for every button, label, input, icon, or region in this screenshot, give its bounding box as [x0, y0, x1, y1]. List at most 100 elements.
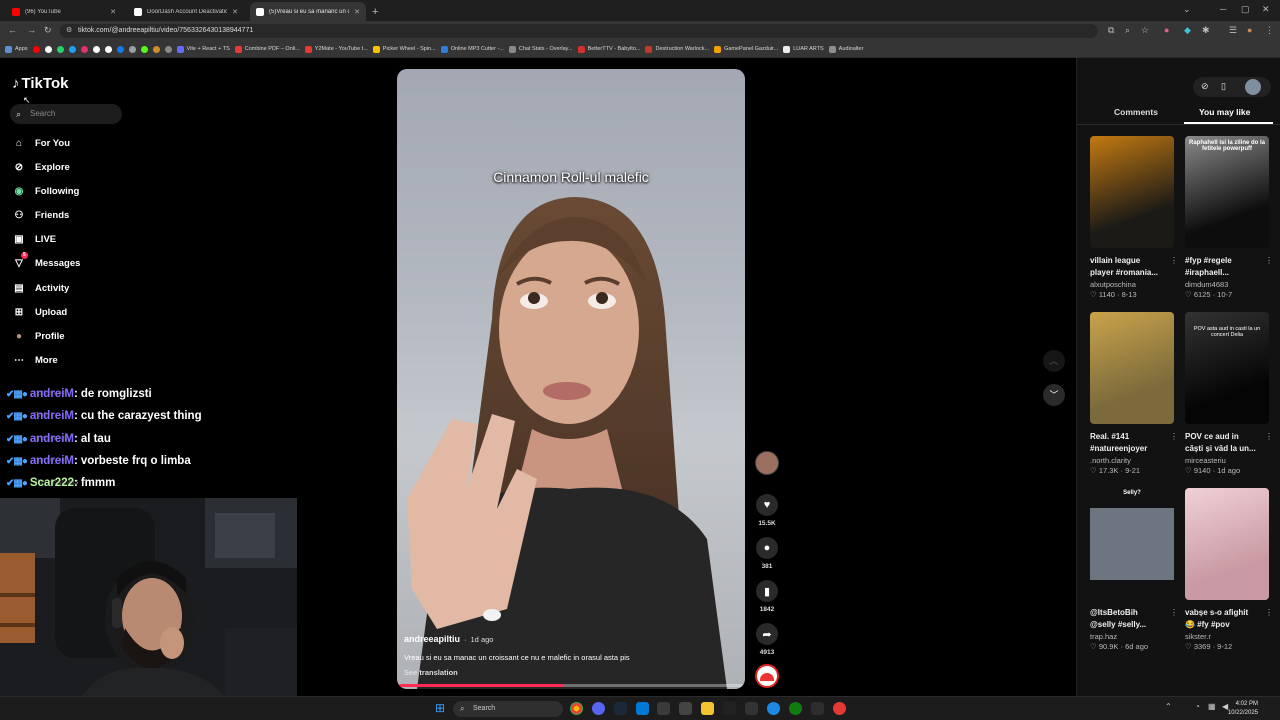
profile-avatar[interactable]: ● [1247, 25, 1252, 35]
bookmark-favicon-icon[interactable] [164, 45, 172, 53]
bookmark-item[interactable]: LUAR ARTS [783, 45, 824, 53]
tab-close-icon[interactable]: ✕ [354, 8, 360, 16]
tab-close-icon[interactable]: ✕ [232, 8, 238, 16]
nav-item-more[interactable]: ⋯ More [12, 352, 122, 368]
device-icon[interactable]: ▯ [1221, 81, 1226, 92]
nav-item-upload[interactable]: ⊞ Upload [12, 304, 122, 320]
bookmark-item[interactable]: Vite + React + TS [176, 45, 230, 53]
bookmark-item[interactable]: Audioalter [828, 45, 863, 53]
video-thumbnail[interactable]: POV asta aud in casti la un concert Deli… [1185, 312, 1269, 424]
nav-item-profile[interactable]: ● Profile [12, 328, 122, 344]
see-translation-link[interactable]: See translation [404, 668, 630, 677]
bookmark-item[interactable]: Online MP3 Cutter -... [440, 45, 504, 53]
card-more-icon[interactable]: ⋮ [1170, 256, 1178, 265]
maximize-button[interactable]: ▢ [1241, 4, 1250, 15]
url-input[interactable]: ⚙ tiktok.com/@andreeapiltiu/video/756332… [60, 24, 1098, 38]
back-icon[interactable]: ← [8, 25, 17, 35]
card-more-icon[interactable]: ⋮ [1265, 256, 1273, 265]
bookmark-star-icon[interactable]: ☆ [1141, 25, 1149, 36]
tiktok-logo[interactable]: ♪ TikTok [12, 75, 68, 92]
card-author[interactable]: .north.clarity [1090, 456, 1174, 465]
suggested-video-card[interactable]: ⋮ Real. #141 #natureenjoyer .north.clarity ♡… [1090, 312, 1178, 475]
bookmark-favicon-icon[interactable] [44, 45, 52, 53]
nav-item-messages[interactable]: ▽ Messages 5 [12, 252, 122, 271]
card-more-icon[interactable]: ⋮ [1170, 608, 1178, 617]
share-button[interactable]: ➦ 4913 [755, 623, 779, 656]
site-info-icon[interactable]: ⚙ [66, 24, 72, 38]
tab-you-may-like[interactable]: You may like [1199, 107, 1250, 117]
bookmark-favicon-icon[interactable] [68, 45, 76, 53]
close-window-button[interactable]: ✕ [1262, 4, 1270, 15]
tab-close-icon[interactable]: ✕ [110, 8, 116, 16]
minimize-button[interactable]: ─ [1220, 4, 1226, 14]
app-icon[interactable] [657, 702, 670, 715]
nav-item-friends[interactable]: ⚇ Friends [12, 207, 122, 223]
tab-comments[interactable]: Comments [1114, 107, 1158, 117]
suggested-video-card[interactable]: ⋮ vabșe s-o afighit 😂 #fy #pov sikster.r ♡ 3… [1185, 488, 1273, 651]
card-more-icon[interactable]: ⋮ [1265, 432, 1273, 441]
bookmark-favicon-icon[interactable] [80, 45, 88, 53]
video-thumbnail[interactable] [1090, 312, 1174, 424]
sidepanel-icon[interactable]: ☰ [1229, 25, 1237, 36]
vscode-icon[interactable] [636, 702, 649, 715]
nav-item-live[interactable]: ▣ LIVE [12, 231, 122, 247]
extension-icon[interactable]: ● [1164, 25, 1169, 35]
browser-tab[interactable]: (5)Vreau si eu sa mananc un cr... ✕ [250, 2, 366, 21]
nav-item-activity[interactable]: ▤ Activity [12, 280, 122, 296]
app-icon[interactable] [767, 702, 780, 715]
file-explorer-icon[interactable] [701, 702, 714, 715]
zoom-icon[interactable]: ⌕ [1125, 25, 1130, 36]
taskbar-search[interactable]: ⌕ Search [453, 701, 563, 717]
sound-disc[interactable] [755, 664, 779, 688]
app-icon[interactable] [723, 702, 736, 715]
search-input[interactable]: ⌕ Search [10, 104, 122, 124]
network-icon[interactable]: ◔ [1195, 702, 1200, 711]
new-tab-button[interactable]: + [372, 6, 378, 18]
xbox-icon[interactable] [789, 702, 802, 715]
bookmark-favicon-icon[interactable] [92, 45, 100, 53]
bookmark-item[interactable]: Combine PDF – Onli... [234, 45, 300, 53]
like-button[interactable]: ♥ 15.5K [755, 494, 779, 527]
card-more-icon[interactable]: ⋮ [1265, 608, 1273, 617]
video-thumbnail[interactable]: Raphahell isi la ziline do la fetitele p… [1185, 136, 1269, 248]
bookmark-item[interactable]: Y2Mate - YouTube t... [304, 45, 368, 53]
app-icon[interactable] [745, 702, 758, 715]
bookmark-favicon-icon[interactable] [32, 45, 40, 53]
video-thumbnail[interactable] [1185, 488, 1269, 600]
bookmark-favicon-icon[interactable] [56, 45, 64, 53]
extension-icon[interactable]: ◆ [1184, 25, 1191, 36]
comment-button[interactable]: ● 381 [755, 537, 779, 570]
discord-icon[interactable] [592, 702, 605, 715]
bookmark-item[interactable]: BetterTTV - Babylto... [577, 45, 640, 53]
video-thumbnail[interactable]: Selly? [1090, 488, 1174, 600]
card-author[interactable]: trap.haz [1090, 632, 1174, 641]
video-player[interactable]: Cinnamon Roll-ul malefic andreeapiltiu ·… [397, 69, 745, 689]
suggested-video-card[interactable]: Raphahell isi la ziline do la fetitele p… [1185, 136, 1273, 299]
extensions-puzzle-icon[interactable]: ✱ [1202, 25, 1210, 36]
browser-tab[interactable]: DoorDash Account Deactivation ✕ [128, 2, 244, 21]
suggested-video-card[interactable]: ⋮ villain league player #romania... alxutpo… [1090, 136, 1178, 299]
video-thumbnail[interactable] [1090, 136, 1174, 248]
steam-icon[interactable] [614, 702, 627, 715]
tray-chevron-icon[interactable]: ⌃ [1165, 702, 1172, 711]
suggested-video-card[interactable]: Selly? ⋮ @ItsBetoBih @selly #selly... trap.h… [1090, 488, 1178, 651]
network-icon[interactable]: ▦ [1208, 702, 1216, 711]
install-app-icon[interactable]: ⧉ [1108, 25, 1114, 36]
user-avatar[interactable] [1245, 79, 1261, 95]
next-video-button[interactable]: ﹀ [1043, 384, 1065, 406]
windows-start-icon[interactable]: ⊞ [435, 701, 445, 715]
video-author[interactable]: andreeapiltiu [404, 634, 460, 644]
taskbar-clock[interactable]: 4:02 PM 10/22/2025 [1228, 700, 1258, 718]
forward-icon[interactable]: → [27, 25, 36, 35]
card-author[interactable]: dimdum4683 [1185, 280, 1269, 289]
card-author[interactable]: alxutposchina [1090, 280, 1174, 289]
bookmark-favicon-icon[interactable] [152, 45, 160, 53]
suggested-video-card[interactable]: POV asta aud in casti la un concert Deli… [1185, 312, 1273, 475]
card-author[interactable]: sikster.r [1185, 632, 1269, 641]
bookmark-item[interactable]: GamePanel Gazduir... [714, 45, 778, 53]
chrome-icon[interactable] [570, 702, 583, 715]
app-icon[interactable] [811, 702, 824, 715]
nav-item-following[interactable]: ◉ Following [12, 183, 122, 199]
video-progress-track[interactable] [399, 684, 743, 687]
bookmark-apps[interactable]: Apps [5, 45, 28, 53]
